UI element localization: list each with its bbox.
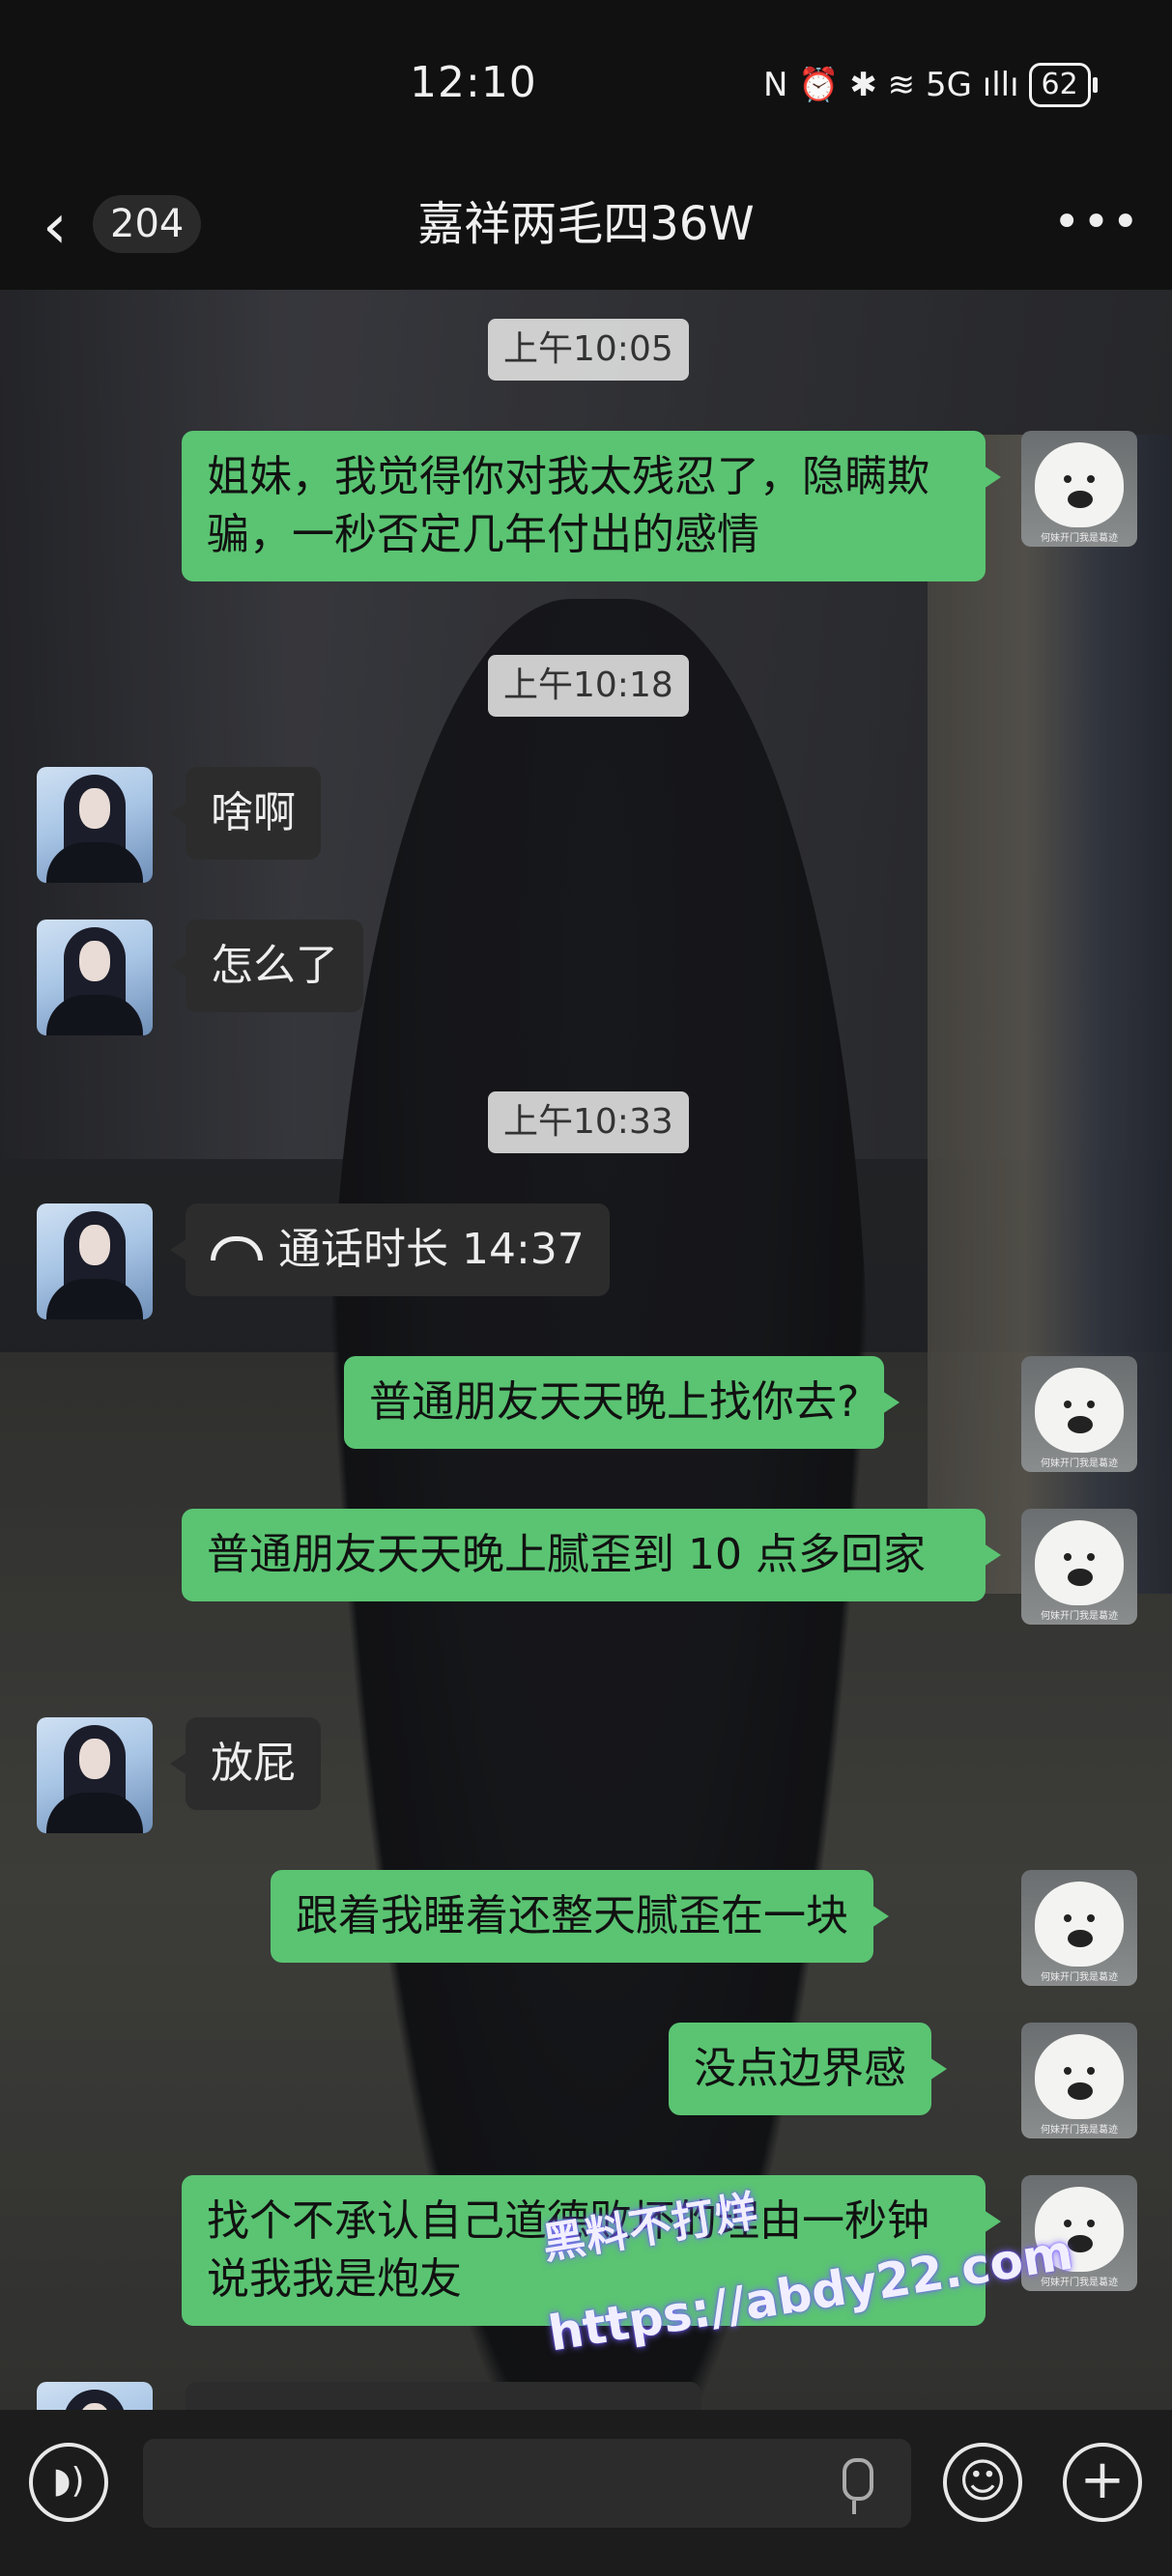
plus-icon[interactable]: + [1063, 2443, 1142, 2522]
microphone-stand [852, 2501, 856, 2514]
my-avatar[interactable]: 何妹开门我是葛迹 [1021, 1870, 1137, 1986]
avatar-caption: 何妹开门我是葛迹 [1041, 533, 1118, 544]
microphone-icon[interactable] [843, 2458, 873, 2501]
message-bubble-received[interactable]: 怎么了 [170, 920, 363, 1012]
my-avatar[interactable]: 何妹开门我是葛迹 [1021, 2023, 1137, 2138]
timestamp: 上午10:33 [488, 1091, 689, 1153]
message-bubble-sent[interactable]: 普通朋友天天晚上腻歪到 10 点多回家 [182, 1509, 1001, 1601]
status-time: 12:10 [410, 58, 537, 107]
message-bubble-sent[interactable]: 跟着我睡着还整天腻歪在一块 [271, 1870, 889, 1963]
contact-avatar[interactable] [37, 2382, 153, 2410]
message-bubble-received-partial[interactable] [186, 2382, 701, 2410]
timestamp: 上午10:05 [488, 319, 689, 381]
message-list[interactable]: 上午10:05 姐妹，我觉得你对我太残忍了，隐瞒欺骗，一秒否定几年付出的感情 何… [0, 290, 1172, 2410]
my-avatar[interactable]: 何妹开门我是葛迹 [1021, 1356, 1137, 1472]
call-record-bubble[interactable]: 通话时长 14:37 [170, 1203, 610, 1296]
message-bubble-sent[interactable]: 姐妹，我觉得你对我太残忍了，隐瞒欺骗，一秒否定几年付出的感情 [182, 431, 1001, 581]
contact-avatar[interactable] [37, 920, 153, 1035]
avatar-caption: 何妹开门我是葛迹 [1041, 1611, 1118, 1622]
avatar-caption: 何妹开门我是葛迹 [1041, 1458, 1118, 1469]
message-bubble-sent[interactable]: 普通朋友天天晚上找你去? [344, 1356, 900, 1449]
message-input-bar: ◗) ☺ + [0, 2410, 1172, 2576]
call-duration: 通话时长 14:37 [278, 1225, 585, 1274]
emoji-icon[interactable]: ☺ [943, 2443, 1022, 2522]
contact-avatar[interactable] [37, 1203, 153, 1319]
voice-icon[interactable]: ◗) [29, 2443, 108, 2522]
more-dots-icon[interactable]: ••• [1053, 191, 1141, 253]
message-bubble-sent[interactable]: 没点边界感 [669, 2023, 947, 2115]
message-input[interactable] [143, 2439, 911, 2528]
status-bar: 12:10 N ⏰ ✱ ≋ 5G ıllı 62 [0, 0, 1172, 164]
message-bubble-received[interactable]: 啥啊 [170, 767, 321, 860]
battery-icon: 62 [1028, 63, 1098, 107]
chevron-left-icon[interactable]: ‹ [43, 193, 100, 261]
avatar-caption: 何妹开门我是葛迹 [1041, 2125, 1118, 2136]
my-avatar[interactable]: 何妹开门我是葛迹 [1021, 431, 1137, 547]
my-avatar[interactable]: 何妹开门我是葛迹 [1021, 1509, 1137, 1625]
message-bubble-received[interactable]: 放屁 [170, 1717, 321, 1810]
contact-avatar[interactable] [37, 767, 153, 883]
status-icons: N ⏰ ✱ ≋ 5G ıllı 62 [763, 58, 1098, 112]
phone-hangup-icon [211, 1235, 263, 1260]
unread-count-badge[interactable]: 204 [93, 195, 202, 253]
status-indicator-icons: N ⏰ ✱ ≋ 5G ıllı [763, 66, 1019, 104]
contact-avatar[interactable] [37, 1717, 153, 1833]
timestamp: 上午10:18 [488, 655, 689, 717]
avatar-caption: 何妹开门我是葛迹 [1041, 1972, 1118, 1983]
chat-header: 嘉祥两毛四36W ‹ 204 ••• [0, 164, 1172, 290]
